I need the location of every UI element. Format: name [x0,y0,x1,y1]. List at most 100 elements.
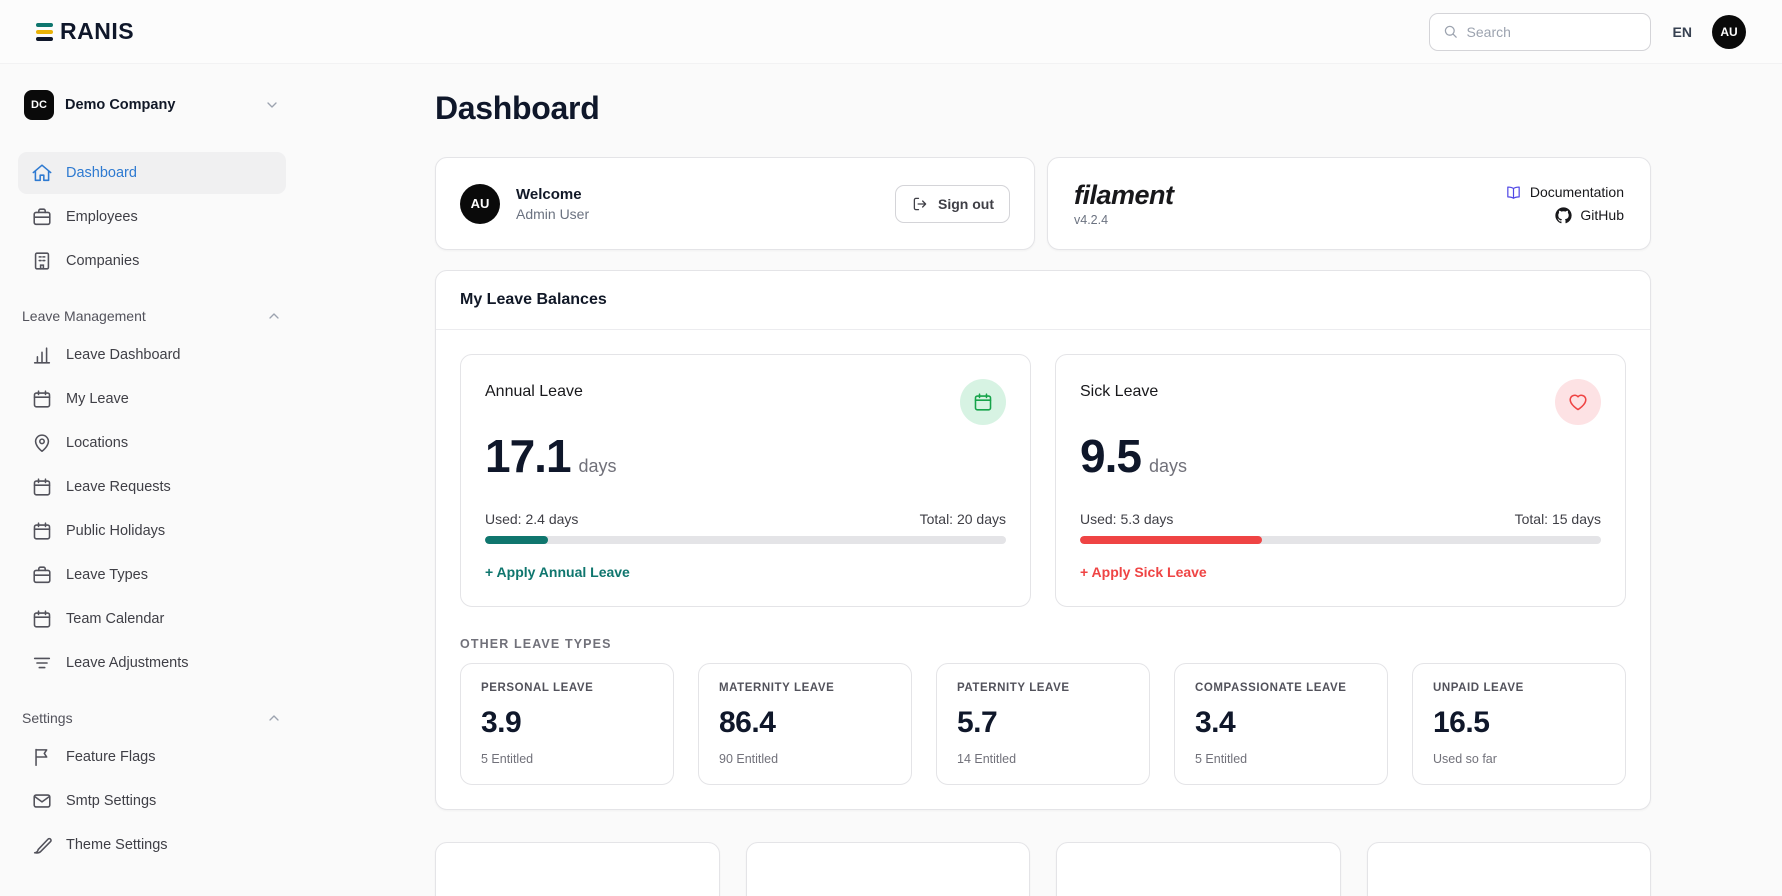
page-title: Dashboard [435,90,600,126]
calendar-icon-badge [960,379,1006,425]
balance-value: 3.4 [1195,706,1236,739]
calendar-icon [31,476,53,498]
entitled-label: 5 Entitled [481,752,534,766]
balance-value: 3.9 [481,706,522,739]
total-days: Total: 15 days [1514,511,1601,527]
welcome-card: AU Welcome Admin User Sign out [435,157,1035,250]
sidebar-item-label: Smtp Settings [66,793,157,809]
group-settings[interactable]: Settings [22,710,282,726]
flag-icon [31,746,53,768]
other-leave-types-heading: OTHER LEAVE TYPES [460,637,612,651]
sidebar-item-leave-requests[interactable]: Leave Requests [18,466,286,508]
compassionate-leave-card: COMPASSIONATE LEAVE 3.4 5 Entitled [1174,663,1388,785]
sidebar-item-label: Companies [66,253,140,269]
app-logo[interactable]: RANIS [36,18,134,45]
documentation-label: Documentation [1529,184,1624,200]
used-days: Used: 5.3 days [1080,511,1174,527]
used-days: Used: 2.4 days [485,511,579,527]
sidebar-item-smtp-settings[interactable]: Smtp Settings [18,780,286,822]
calendar-icon [972,391,994,413]
stat-card [435,842,720,896]
brush-icon [31,834,53,856]
main-content: Dashboard AU Welcome Admin User Sign out… [304,0,1782,896]
stat-card [745,842,1030,896]
welcome-username: Admin User [516,205,590,222]
github-link[interactable]: GitHub [1555,207,1624,224]
apply-annual-leave-link[interactable]: + Apply Annual Leave [485,564,630,580]
sidebar-item-team-calendar[interactable]: Team Calendar [18,598,286,640]
sidebar-item-label: Public Holidays [66,523,166,539]
book-icon [1505,184,1522,201]
sign-out-button[interactable]: Sign out [895,184,1010,223]
sidebar-item-leave-dashboard[interactable]: Leave Dashboard [18,334,286,376]
sidebar-item-leave-types[interactable]: Leave Types [18,554,286,596]
total-days: Total: 20 days [919,511,1006,527]
apply-sick-leave-link[interactable]: + Apply Sick Leave [1080,564,1207,580]
leave-type-name: UNPAID LEAVE [1433,682,1524,694]
sidebar-item-employees[interactable]: Employees [18,196,286,238]
mail-icon [31,790,53,812]
home-icon [31,162,53,184]
sidebar-item-feature-flags[interactable]: Feature Flags [18,736,286,778]
leave-type-name: Annual Leave [485,383,583,400]
sick-leave-card: Sick Leave 9.5 days Used: 5.3 days Total… [1055,354,1626,607]
sidebar-item-my-leave[interactable]: My Leave [18,378,286,420]
group-leave-management[interactable]: Leave Management [22,308,282,324]
balance-value: 86.4 [719,706,776,739]
filament-info-card: filament v4.2.4 Documentation GitHub [1047,157,1651,250]
sidebar-item-theme-settings[interactable]: Theme Settings [18,824,286,866]
language-switcher[interactable]: EN [1673,24,1692,40]
annual-leave-card: Annual Leave 17.1 days Used: 2.4 days To… [460,354,1031,607]
maternity-leave-card: MATERNITY LEAVE 86.4 90 Entitled [698,663,912,785]
search-input[interactable] [1466,23,1638,40]
bar-chart-icon [31,344,53,366]
calendar-icon [31,520,53,542]
chevron-up-icon [266,710,282,726]
tenant-avatar: DC [24,90,54,120]
leave-type-name: Sick Leave [1080,383,1159,400]
sidebar-item-dashboard[interactable]: Dashboard [18,152,286,194]
sidebar-item-label: Leave Dashboard [66,347,181,363]
personal-leave-card: PERSONAL LEAVE 3.9 5 Entitled [460,663,674,785]
welcome-title: Welcome [516,185,582,203]
sidebar-item-label: My Leave [66,391,129,407]
leave-type-name: PATERNITY LEAVE [957,682,1070,694]
used-so-far-label: Used so far [1433,752,1497,766]
topbar: RANIS EN AU [0,0,1782,64]
balance-unit: days [578,456,617,476]
sidebar-item-locations[interactable]: Locations [18,422,286,464]
group-label-text: Leave Management [22,308,146,324]
filament-version: v4.2.4 [1074,213,1109,227]
sidebar-item-public-holidays[interactable]: Public Holidays [18,510,286,552]
brand-name: RANIS [60,18,135,44]
chevron-down-icon [264,97,280,113]
entitled-label: 90 Entitled [719,752,779,766]
heart-icon-badge [1555,379,1601,425]
building-icon [31,250,53,272]
user-avatar[interactable]: AU [1712,14,1746,49]
github-icon [1555,207,1572,224]
leave-balances-section: My Leave Balances Annual Leave 17.1 days… [435,270,1651,810]
search-icon [1442,23,1459,40]
sick-leave-progress-bar [1080,536,1601,544]
documentation-link[interactable]: Documentation [1505,184,1624,201]
sidebar-item-companies[interactable]: Companies [18,240,286,282]
filament-logo: filament [1074,180,1174,210]
sidebar-item-label: Leave Types [66,567,148,583]
logout-icon [911,195,929,213]
sidebar-item-label: Dashboard [66,165,137,181]
sidebar-item-label: Locations [66,435,129,451]
leave-type-name: MATERNITY LEAVE [719,682,835,694]
tenant-switcher[interactable]: DC Demo Company [18,84,286,126]
briefcase-icon [31,206,53,228]
search-box[interactable] [1428,12,1651,51]
sidebar-item-leave-adjustments[interactable]: Leave Adjustments [18,642,286,684]
chevron-up-icon [266,308,282,324]
group-label-text: Settings [22,710,73,726]
github-label: GitHub [1580,207,1624,223]
map-pin-icon [31,432,53,454]
balance-unit: days [1148,456,1187,476]
adjustments-icon [31,652,53,674]
sidebar-item-label: Team Calendar [66,611,165,627]
sign-out-label: Sign out [938,195,994,212]
